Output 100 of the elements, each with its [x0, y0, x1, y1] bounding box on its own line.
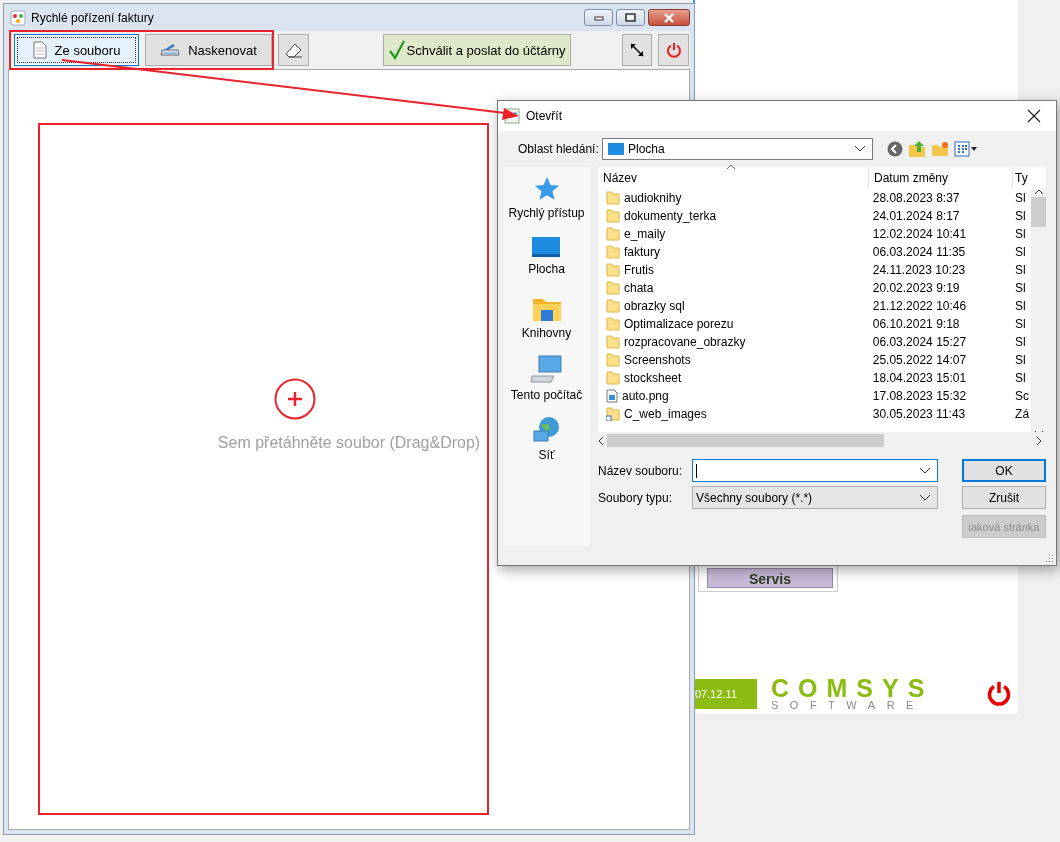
approve-button[interactable]: Schválit a poslat do účtárny [383, 34, 571, 66]
document-icon [32, 41, 47, 59]
folder-icon [606, 281, 620, 295]
field-label: Soubory typu: [598, 490, 674, 505]
scrollbar-thumb[interactable] [1031, 197, 1046, 227]
folder-up-icon[interactable] [908, 140, 926, 158]
table-cell-text: 20.02.2023 9:19 [871, 280, 961, 297]
file-name-cell[interactable]: faktury [598, 243, 870, 261]
scanner-icon [160, 43, 181, 57]
file-name-cell[interactable]: audioknihy [598, 189, 870, 207]
table-cell-text: 24.01.2024 8:17 [871, 208, 961, 225]
close-button[interactable] [648, 9, 690, 26]
folder-icon [606, 299, 620, 313]
table-cell-text: Sl [1014, 370, 1027, 387]
column-header[interactable]: Datum změny [869, 167, 1013, 188]
chevron-down-icon [854, 145, 866, 153]
file-name-cell[interactable]: Screenshots [598, 351, 870, 369]
monitor-icon [608, 143, 624, 155]
file-name-cell[interactable]: obrazky sql [598, 297, 870, 315]
app-icon [10, 9, 26, 26]
clear-button[interactable] [278, 34, 309, 66]
back-icon[interactable] [887, 141, 903, 157]
servis-button[interactable]: Servis [707, 568, 833, 588]
place-item[interactable]: Tento počítač [510, 355, 583, 410]
file-name-cell[interactable]: rozpracovane_obrazky [598, 333, 870, 351]
place-item[interactable]: Síť [531, 415, 562, 470]
scan-button[interactable]: Naskenovat [145, 34, 272, 66]
table-cell-text: Zá [1014, 406, 1031, 423]
file-name-cell[interactable]: stocksheet [598, 369, 870, 387]
from-file-button[interactable]: Ze souboru [14, 34, 139, 66]
maximize-button[interactable] [616, 9, 645, 26]
minimize-button[interactable] [584, 9, 613, 26]
dialog-button[interactable]: Zrušit [962, 486, 1046, 509]
column-header[interactable]: Ty [1013, 167, 1031, 188]
power-icon[interactable] [986, 681, 1012, 707]
table-cell-text: 21.12.2022 10:46 [871, 298, 968, 315]
table-cell-text: 17.08.2023 15:32 [871, 388, 968, 405]
file-name-cell[interactable]: auto.png [598, 387, 870, 405]
table-cell-text: Sl [1014, 244, 1027, 261]
table-cell-text: 25.05.2022 14:07 [871, 352, 968, 369]
folder-icon [606, 263, 620, 277]
folder-icon [606, 353, 620, 367]
table-cell-text: 30.05.2023 11:43 [871, 406, 967, 423]
folder-icon [606, 371, 620, 385]
table-cell-text: Sl [1014, 352, 1027, 369]
file-name-cell[interactable]: dokumenty_terka [598, 207, 870, 225]
table-cell-text: 24.11.2023 10:23 [871, 262, 967, 279]
image-file-icon [606, 389, 618, 403]
table-cell-text: Sl [1014, 226, 1027, 243]
scrollbar-thumb[interactable] [607, 434, 884, 447]
table-cell-text: Sl [1014, 208, 1027, 225]
table-cell-text: Sl [1014, 262, 1027, 279]
sort-caret-icon [726, 164, 736, 170]
table-cell-text: 06.10.2021 9:18 [871, 316, 961, 333]
field-label: Název souboru: [598, 463, 684, 478]
place-item[interactable]: Plocha [528, 235, 565, 290]
file-name-cell[interactable]: Frutis [598, 261, 870, 279]
file-name-field[interactable] [692, 459, 938, 482]
place-item[interactable]: Knihovny [521, 295, 572, 350]
scroll-up-icon [1033, 189, 1044, 195]
resize-grip-icon [1044, 553, 1054, 563]
dialog-title: Otevřít [526, 109, 563, 123]
file-name-cell[interactable]: C_web_images [598, 405, 870, 423]
folder-icon [606, 227, 620, 241]
minimize-icon [593, 14, 604, 21]
window-title: Rychlé pořízení faktury [31, 10, 155, 25]
monitor-icon [531, 235, 562, 259]
table-cell-text: Sl [1014, 280, 1027, 297]
new-folder-icon[interactable] [931, 141, 949, 157]
logo-text: COMSYS [771, 676, 934, 699]
file-name-cell[interactable]: chata [598, 279, 870, 297]
column-header[interactable]: Název [598, 167, 869, 188]
table-cell-text: 28.08.2023 8:37 [871, 190, 961, 207]
close-icon [663, 12, 675, 23]
folder-icon [606, 317, 620, 331]
table-cell-text: Sl [1014, 334, 1027, 351]
expand-button[interactable] [622, 34, 652, 66]
folder-icon [606, 191, 620, 205]
view-menu-icon[interactable] [954, 141, 978, 157]
dialog-button: iaková stránka [962, 515, 1046, 538]
add-icon[interactable] [274, 377, 316, 420]
table-cell-text: Sl [1014, 190, 1027, 207]
shortcut-icon [606, 407, 620, 421]
file-type-dropdown[interactable]: Všechny soubory (*.*) [692, 486, 938, 509]
scroll-right-icon [1036, 435, 1042, 446]
table-cell-text: Sc [1014, 388, 1031, 405]
checkmark-icon [388, 40, 405, 60]
globe-icon [531, 415, 562, 445]
dialog-button[interactable]: OK [962, 459, 1046, 482]
power-button[interactable] [658, 34, 689, 66]
table-cell-text: Sl [1014, 316, 1027, 333]
file-name-cell[interactable]: e_maily [598, 225, 870, 243]
location-dropdown[interactable]: Plocha [602, 138, 873, 160]
date-label: 07.12.11 [695, 679, 757, 709]
eraser-icon [284, 42, 303, 58]
folder-icon [606, 209, 620, 223]
place-item[interactable]: Rychlý přístup [508, 175, 585, 230]
power-icon [665, 42, 682, 58]
file-name-cell[interactable]: Optimalizace porezu [598, 315, 870, 333]
computer-icon [530, 355, 563, 385]
